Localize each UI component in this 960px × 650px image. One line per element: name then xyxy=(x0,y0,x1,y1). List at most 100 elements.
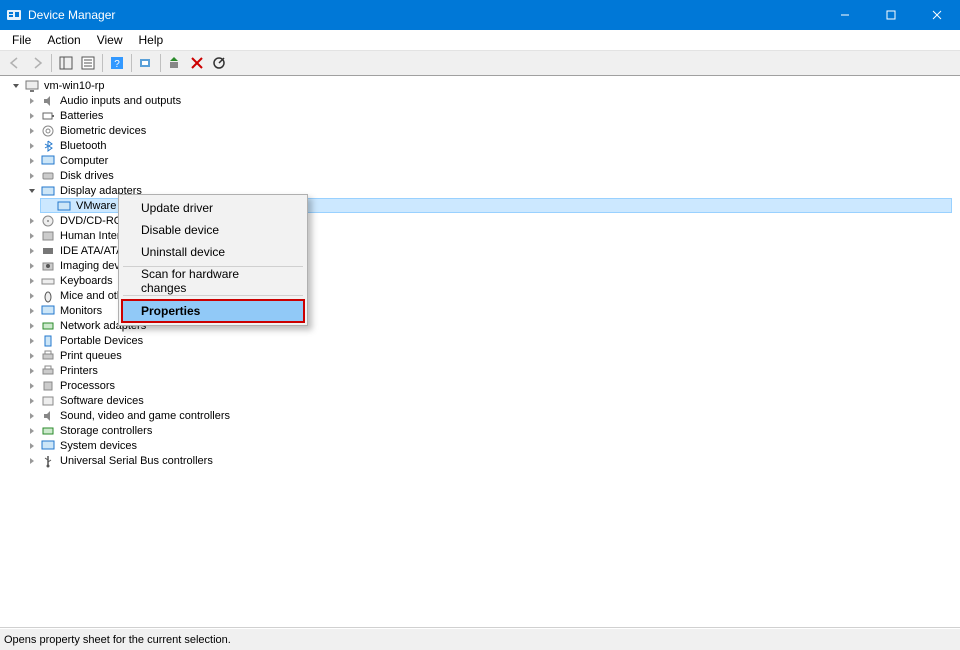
category-label: Mice and oth xyxy=(60,290,123,302)
update-driver-button[interactable] xyxy=(164,52,186,74)
statusbar: Opens property sheet for the current sel… xyxy=(0,628,960,650)
chevron-right-icon[interactable] xyxy=(26,172,38,180)
context-menu-separator xyxy=(123,295,303,296)
chevron-right-icon[interactable] xyxy=(26,247,38,255)
chevron-right-icon[interactable] xyxy=(26,157,38,165)
chevron-right-icon[interactable] xyxy=(26,457,38,465)
tree-category-printers[interactable]: Printers xyxy=(24,363,952,378)
hid-icon xyxy=(40,229,56,243)
category-label: Disk drives xyxy=(60,170,114,182)
menu-help[interactable]: Help xyxy=(131,31,172,49)
menu-view[interactable]: View xyxy=(89,31,131,49)
chevron-right-icon[interactable] xyxy=(26,352,38,360)
tree-category-bluetooth[interactable]: Bluetooth xyxy=(24,138,952,153)
tree-category-computer[interactable]: Computer xyxy=(24,153,952,168)
chevron-right-icon[interactable] xyxy=(26,442,38,450)
tree-category-batteries[interactable]: Batteries xyxy=(24,108,952,123)
forward-button[interactable] xyxy=(26,52,48,74)
tree-category-storage-controllers[interactable]: Storage controllers xyxy=(24,423,952,438)
uninstall-device-button[interactable] xyxy=(186,52,208,74)
category-label: Sound, video and game controllers xyxy=(60,410,230,422)
tree-category-system-devices[interactable]: System devices xyxy=(24,438,952,453)
tree-category-audio[interactable]: Audio inputs and outputs xyxy=(24,93,952,108)
system-device-icon xyxy=(40,439,56,453)
tree-category-software-devices[interactable]: Software devices xyxy=(24,393,952,408)
chevron-down-icon[interactable] xyxy=(10,82,22,90)
biometric-icon xyxy=(40,124,56,138)
chevron-right-icon[interactable] xyxy=(26,112,38,120)
tree-category-usb[interactable]: Universal Serial Bus controllers xyxy=(24,453,952,468)
menu-action[interactable]: Action xyxy=(39,31,88,49)
keyboard-icon xyxy=(40,274,56,288)
chevron-right-icon[interactable] xyxy=(26,217,38,225)
category-label: Universal Serial Bus controllers xyxy=(60,455,213,467)
category-label: Printers xyxy=(60,365,98,377)
audio-icon xyxy=(40,94,56,108)
tree-root-label: vm-win10-rp xyxy=(44,80,105,92)
chevron-right-icon[interactable] xyxy=(26,232,38,240)
chevron-right-icon[interactable] xyxy=(26,367,38,375)
toolbar-sep xyxy=(160,54,161,72)
chevron-right-icon[interactable] xyxy=(26,127,38,135)
minimize-button[interactable] xyxy=(822,0,868,30)
context-menu-disable-device[interactable]: Disable device xyxy=(121,219,305,241)
show-hide-console-tree-button[interactable] xyxy=(55,52,77,74)
tree-category-biometric[interactable]: Biometric devices xyxy=(24,123,952,138)
chevron-right-icon[interactable] xyxy=(26,97,38,105)
chevron-right-icon[interactable] xyxy=(26,292,38,300)
monitor-icon xyxy=(40,304,56,318)
category-label: Biometric devices xyxy=(60,125,146,137)
titlebar-left: Device Manager xyxy=(0,7,115,23)
category-label: Computer xyxy=(60,155,108,167)
help-button[interactable]: ? xyxy=(106,52,128,74)
scan-hardware-button[interactable] xyxy=(135,52,157,74)
chevron-right-icon[interactable] xyxy=(26,397,38,405)
context-menu-scan-hardware[interactable]: Scan for hardware changes xyxy=(121,270,305,292)
chevron-down-icon[interactable] xyxy=(26,187,38,195)
display-adapter-icon xyxy=(40,184,56,198)
chevron-right-icon[interactable] xyxy=(26,277,38,285)
device-tree[interactable]: vm-win10-rp Audio inputs and outputs Bat… xyxy=(0,76,960,628)
tree-category-portable[interactable]: Portable Devices xyxy=(24,333,952,348)
tree-category-processors[interactable]: Processors xyxy=(24,378,952,393)
tree-root[interactable]: vm-win10-rp xyxy=(8,78,952,93)
chevron-right-icon[interactable] xyxy=(26,262,38,270)
toolbar-sep xyxy=(51,54,52,72)
titlebar: Device Manager xyxy=(0,0,960,30)
chevron-right-icon[interactable] xyxy=(26,382,38,390)
statusbar-text: Opens property sheet for the current sel… xyxy=(4,634,231,646)
chevron-right-icon[interactable] xyxy=(26,322,38,330)
chevron-right-icon[interactable] xyxy=(26,142,38,150)
category-label: Storage controllers xyxy=(60,425,152,437)
tree-category-sound[interactable]: Sound, video and game controllers xyxy=(24,408,952,423)
maximize-button[interactable] xyxy=(868,0,914,30)
category-label: Audio inputs and outputs xyxy=(60,95,181,107)
back-button[interactable] xyxy=(4,52,26,74)
toolbar-sep xyxy=(131,54,132,72)
computer-icon xyxy=(40,154,56,168)
close-button[interactable] xyxy=(914,0,960,30)
toolbar: ? xyxy=(0,50,960,76)
disable-device-button[interactable] xyxy=(208,52,230,74)
category-label: Imaging devi xyxy=(60,260,122,272)
context-menu-uninstall-device[interactable]: Uninstall device xyxy=(121,241,305,263)
computer-icon xyxy=(24,79,40,93)
chevron-right-icon[interactable] xyxy=(26,427,38,435)
properties-button[interactable] xyxy=(77,52,99,74)
storage-controller-icon xyxy=(40,424,56,438)
tree-category-print-queues[interactable]: Print queues xyxy=(24,348,952,363)
context-menu-update-driver[interactable]: Update driver xyxy=(121,197,305,219)
tree-category-disk-drives[interactable]: Disk drives xyxy=(24,168,952,183)
chevron-right-icon[interactable] xyxy=(26,337,38,345)
category-label: Bluetooth xyxy=(60,140,106,152)
context-menu: Update driver Disable device Uninstall d… xyxy=(118,194,308,326)
bluetooth-icon xyxy=(40,139,56,153)
category-label: System devices xyxy=(60,440,137,452)
menu-file[interactable]: File xyxy=(4,31,39,49)
context-menu-properties[interactable]: Properties xyxy=(121,299,305,323)
chevron-right-icon[interactable] xyxy=(26,412,38,420)
toolbar-sep xyxy=(102,54,103,72)
chevron-right-icon[interactable] xyxy=(26,307,38,315)
window-controls xyxy=(822,0,960,30)
imaging-icon xyxy=(40,259,56,273)
